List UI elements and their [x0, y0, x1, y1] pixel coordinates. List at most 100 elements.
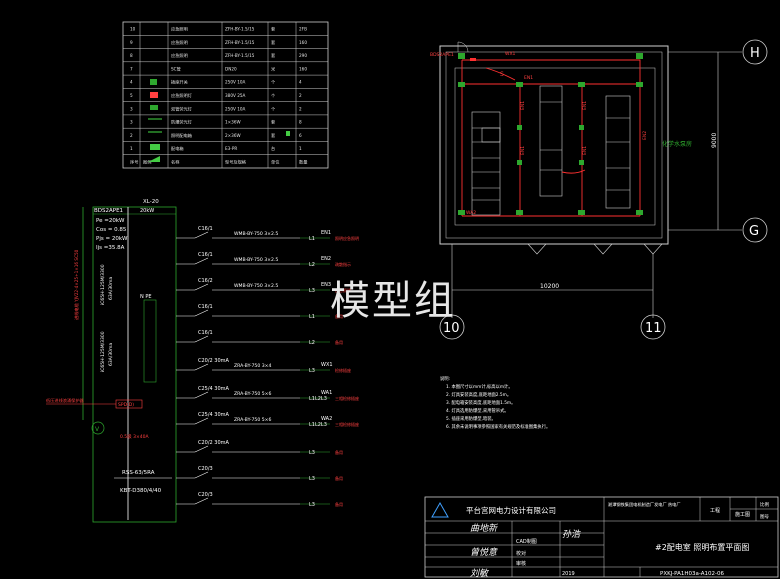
legend-cell: 照明配电箱 [171, 132, 192, 139]
tag-en1: EN1 [524, 75, 533, 81]
signature-1: 曲地新 [470, 523, 499, 534]
feed-label: XL-20 [143, 199, 159, 205]
meter-note: 0.5级 3×40A [120, 433, 149, 440]
box-id: BDS2APE1 [94, 208, 123, 214]
main-rating-2: 63A/30ma [108, 343, 114, 366]
breaker-switch [194, 471, 209, 479]
surge-device: SPD(D) [118, 402, 134, 408]
param-pjs: Pjs = 20kW [96, 236, 128, 242]
legend-row-no: 9 [130, 40, 133, 45]
signature-4: 孙浩 [562, 529, 581, 540]
legend-cell: 2×36W [225, 133, 241, 138]
legend-cell: 插座开关 [171, 79, 188, 86]
legend-cell: 160 [299, 66, 307, 71]
branch-cable: ZRA-BY-750 5×6 [234, 391, 272, 397]
legend-row-no: 1 [130, 146, 133, 151]
tag-en1-a: EN1 [520, 101, 526, 110]
axis-g: G [749, 224, 759, 239]
legend-cell: 1×36W [225, 120, 241, 125]
branch-use: 备用 [335, 475, 343, 481]
branch-use: 备用 [335, 501, 343, 507]
legend-cell: 应急照明 [171, 52, 188, 59]
branch-circuit: WA2 [321, 416, 332, 422]
param-cos: Cos = 0.85 [96, 227, 127, 233]
signature-2: 曾悦意 [470, 547, 498, 558]
tag-s: S [500, 71, 504, 78]
branch-breaker: C20/3 [198, 492, 213, 498]
check-label: 校对 [516, 550, 526, 557]
branch-use: 备用 [335, 449, 343, 455]
legend-row-no: 7 [130, 66, 133, 71]
tag-en1-d: EN1 [582, 146, 588, 155]
title-block: 平台宫网电力设计有限公司 湘潭钢铁集团电机制造厂发电厂 热电厂 工程 施工图 比… [424, 496, 779, 579]
legend-row-no: 4 [130, 80, 133, 85]
legend-cell: ZFH-BY-1.5/15 [225, 53, 255, 58]
note-1: 1. 本图尺寸以mm计,标高以m计。 [446, 383, 513, 390]
lighting-circuits [461, 59, 641, 217]
legend-cell: 名称 [171, 158, 179, 165]
branch-circuit: WX1 [321, 362, 333, 368]
surge-note: 低压进线浪涌保护器 [46, 397, 85, 404]
notes-title: 说明: [440, 375, 450, 382]
branch-breaker: C20/3 [198, 466, 213, 472]
legend-cell: 4 [299, 80, 302, 85]
breaker-switch [194, 497, 209, 505]
branch-use: 检修插座 [335, 367, 351, 373]
main-breaker-2: iC65H-125M/3300 [100, 331, 106, 372]
note-6: 6. 其余未说明事项参照国家有关规范及标准图集执行。 [446, 423, 550, 430]
breaker-switch [194, 445, 209, 453]
branch-breaker: C16/1 [198, 252, 213, 258]
breaker-switch [194, 283, 209, 291]
drawing-number: PXKJ-PA1H03a-A102-06 [660, 571, 724, 577]
legend-row-no: 2 [130, 133, 133, 138]
breaker-switch [194, 335, 209, 343]
branch-breaker: C20/2 30mA [198, 440, 230, 446]
legend-cell: 250V 10A [225, 106, 246, 111]
tag-en1-c: EN1 [582, 101, 588, 110]
legend-table: 10 应急照明 ZFH-BY-1.5/15 套 2FB 9 应急照明 ZFH-BY-1.5/1… [122, 21, 329, 169]
branch-use: 疏散指示 [335, 261, 351, 267]
legend-cell: 单位 [271, 158, 279, 165]
legend-cell: 套 [271, 119, 276, 126]
client-name: 湘潭钢铁集团电机制造厂发电厂 热电厂 [608, 501, 681, 508]
branch-phase: L1L2L3 [309, 422, 327, 428]
note-3: 3. 配电箱安装高度,底距地面1.5m。 [446, 399, 515, 406]
legend-cell: 型号及规格 [225, 158, 247, 165]
breaker-switch [194, 231, 209, 239]
branch-cable: ZRA-BY-750 3×4 [234, 363, 272, 369]
branch-phase: L3 [309, 368, 315, 374]
project-label: 工程 [710, 507, 720, 514]
legend-row-no: 序号 [130, 158, 138, 165]
note-4: 4. 灯具选用防爆型,采用管吊式。 [446, 407, 509, 414]
tag-wa2: WA2 [466, 210, 476, 216]
legend-cell: ZFH-BY-1.5/15 [225, 27, 255, 32]
branch-phase: L2 [309, 340, 315, 346]
legend-cell: 数量 [299, 158, 307, 165]
branch-use: 三相检修插座 [335, 395, 359, 401]
branch-cable: WMB-BY-750 3×2.5 [234, 231, 278, 237]
legend-row-no: 3 [130, 120, 133, 125]
note-5: 5. 插座采用防爆型,暗装。 [446, 415, 496, 422]
branch-breaker: C16/1 [198, 330, 213, 336]
legend-cell: 双管荧光灯 [171, 105, 193, 112]
legend-symbols [148, 79, 290, 162]
legend-cell: SC管 [171, 65, 181, 72]
kbt-label: KBT-D380/4/40 [120, 488, 162, 494]
legend-cell: E3-PR [225, 146, 237, 151]
branch-cable: WMB-BY-750 3×2.5 [234, 283, 278, 289]
main-breaker: iC65H-125M/3300 [100, 264, 106, 305]
branch-breaker: C16/1 [198, 304, 213, 310]
equipment [471, 85, 631, 216]
legend-cell: 290 [299, 53, 307, 58]
legend-cell: 1 [299, 146, 302, 151]
breaker-switch [194, 257, 209, 265]
breaker-switch [194, 363, 209, 371]
feed-sub: 20kW [140, 208, 154, 214]
floor-plan: BDS2APE1 WX1 EN1 S EN1 EN1 EN1 EN1 EN2 W… [430, 39, 768, 340]
legend-cell: DN20 [225, 66, 237, 71]
legend-cell: 套 [271, 26, 276, 33]
branch-circuit: EN2 [321, 256, 331, 262]
breaker-switch [194, 391, 209, 399]
branch-breaker: C16/2 [198, 278, 213, 284]
legend-cell: 米 [271, 65, 276, 72]
